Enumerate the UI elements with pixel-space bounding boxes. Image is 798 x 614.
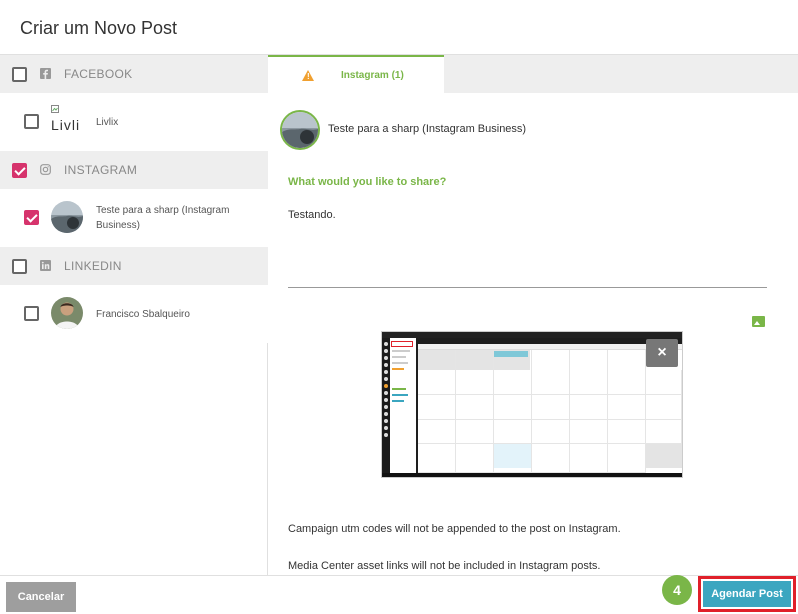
livlix-checkbox[interactable] — [24, 114, 39, 129]
linkedin-icon — [40, 260, 51, 271]
thumb-topbar — [382, 332, 682, 338]
livlix-logo: Livli — [51, 105, 83, 137]
linkedin-group-label: LINKEDIN — [64, 259, 122, 273]
composer-panel: ! Instagram (1) Teste para a sharp (Inst… — [268, 55, 798, 575]
message-divider — [288, 287, 767, 288]
composer-profile-name: Teste para a sharp (Instagram Business) — [328, 123, 527, 135]
francisco-label: Francisco Sbalqueiro — [96, 309, 190, 320]
livlix-logo-text: Livli — [51, 117, 81, 133]
dialog-header: Criar um Novo Post — [0, 0, 798, 55]
image-icon[interactable] — [752, 316, 765, 327]
group-facebook: FACEBOOK — [0, 55, 268, 93]
step-badge: 4 — [662, 575, 692, 605]
thumb-calendar — [418, 344, 682, 473]
instagram-account-label: Teste para a sharp (Instagram Business) — [96, 203, 229, 233]
instagram-group-label: INSTAGRAM — [64, 163, 138, 177]
instagram-account-label-line2: Business) — [96, 220, 140, 231]
message-textarea[interactable]: Testando. — [288, 209, 336, 221]
facebook-group-label: FACEBOOK — [64, 67, 133, 81]
tab-instagram-label: Instagram (1) — [341, 70, 404, 81]
instagram-account-label-line1: Teste para a sharp (Instagram — [96, 205, 230, 216]
thumb-side-panel — [390, 338, 416, 473]
linkedin-group-checkbox[interactable] — [12, 259, 27, 274]
instagram-group-checkbox[interactable] — [12, 163, 27, 178]
broken-image-icon — [51, 105, 59, 113]
remove-attachment-button[interactable]: × — [646, 339, 678, 367]
instagram-icon — [40, 164, 51, 175]
schedule-post-highlight: Agendar Post — [698, 576, 796, 612]
thumb-footbar — [382, 473, 682, 477]
dialog-title: Criar um Novo Post — [20, 18, 178, 38]
network-tab-bar: ! Instagram (1) — [268, 55, 798, 93]
account-francisco[interactable]: Francisco Sbalqueiro — [0, 285, 268, 343]
account-livlix[interactable]: Livli Livlix — [0, 93, 268, 151]
francisco-checkbox[interactable] — [24, 306, 39, 321]
media-center-note: Media Center asset links will not be inc… — [288, 560, 601, 572]
group-instagram: INSTAGRAM — [0, 151, 268, 189]
cancel-button[interactable]: Cancelar — [6, 582, 76, 612]
facebook-group-checkbox[interactable] — [12, 67, 27, 82]
facebook-icon — [40, 68, 51, 79]
livlix-label: Livlix — [96, 117, 119, 128]
composer-profile-avatar — [280, 110, 320, 150]
group-linkedin: LINKEDIN — [0, 247, 268, 285]
share-prompt: What would you like to share? — [288, 176, 447, 188]
warning-icon: ! — [302, 70, 314, 81]
francisco-avatar — [51, 297, 83, 329]
dialog-footer: Cancelar 4 Agendar Post — [0, 575, 798, 614]
schedule-post-button[interactable]: Agendar Post — [703, 581, 791, 607]
utm-note: Campaign utm codes will not be appended … — [288, 523, 621, 535]
thumb-leftnav — [382, 338, 390, 477]
instagram-account-avatar — [51, 201, 83, 233]
tab-instagram[interactable]: ! Instagram (1) — [268, 55, 444, 93]
account-instagram-business[interactable]: Teste para a sharp (Instagram Business) — [0, 189, 268, 247]
instagram-account-checkbox[interactable] — [24, 210, 39, 225]
account-list-panel: FACEBOOK Livli Livlix INSTAGRAM Teste pa… — [0, 55, 268, 575]
attached-image-thumbnail: × — [381, 331, 683, 478]
